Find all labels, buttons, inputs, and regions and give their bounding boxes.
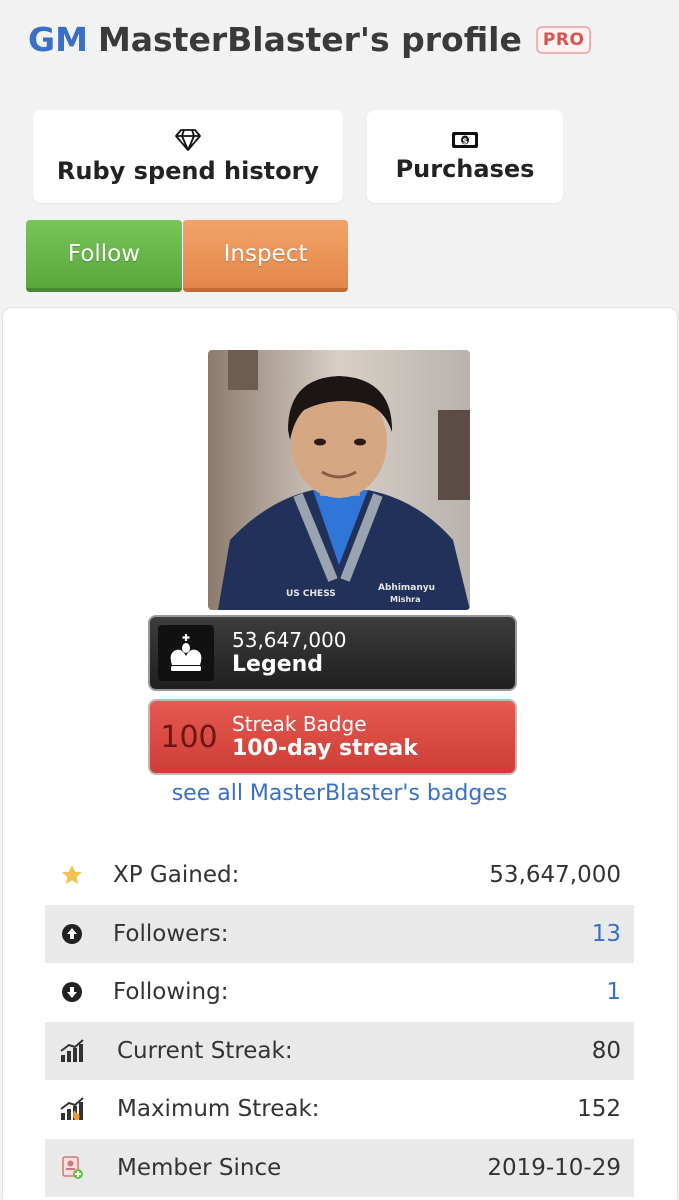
stat-value: 2019-10-29 bbox=[487, 1154, 621, 1181]
stat-label: XP Gained: bbox=[113, 862, 240, 889]
svg-text:Abhimanyu: Abhimanyu bbox=[378, 583, 435, 593]
pro-badge: PRO bbox=[535, 25, 592, 54]
svg-text:Mishra: Mishra bbox=[390, 595, 421, 604]
inspect-button[interactable]: Inspect bbox=[183, 220, 348, 292]
follow-button[interactable]: Follow bbox=[26, 220, 182, 292]
page-title: GM MasterBlaster's profile PRO bbox=[28, 20, 592, 59]
purchases-label: Purchases bbox=[395, 154, 535, 183]
stat-label: Followers: bbox=[113, 920, 229, 947]
stat-row-following: Following: 1 bbox=[45, 963, 634, 1022]
stat-row-current-streak: Current Streak: 80 bbox=[45, 1021, 634, 1080]
stat-label: Maximum Streak: bbox=[117, 1096, 320, 1123]
stat-value: 80 bbox=[591, 1037, 621, 1064]
stat-row-member-since: Member Since 2019-10-29 bbox=[45, 1138, 634, 1197]
ruby-spend-history-label: Ruby spend history bbox=[56, 156, 320, 185]
title-prefix: GM bbox=[28, 20, 88, 59]
king-icon bbox=[158, 625, 214, 681]
stat-value: 53,647,000 bbox=[489, 862, 621, 889]
chart-fire-icon bbox=[59, 1096, 85, 1122]
see-all-badges-link[interactable]: see all MasterBlaster's badges bbox=[0, 781, 679, 806]
stats-table: XP Gained: 53,647,000 Followers: 13 Foll… bbox=[45, 846, 634, 1197]
xp-value: 53,647,000 bbox=[232, 627, 347, 652]
following-count-link[interactable]: 1 bbox=[606, 979, 621, 1005]
stat-label: Current Streak: bbox=[117, 1037, 293, 1064]
followers-count-link[interactable]: 13 bbox=[592, 921, 621, 947]
star-icon bbox=[59, 862, 85, 888]
stat-label: Member Since bbox=[117, 1154, 282, 1181]
streak-badge-title: 100-day streak bbox=[232, 735, 418, 761]
stat-row-max-streak: Maximum Streak: 152 bbox=[45, 1080, 634, 1139]
svg-text:US CHESS: US CHESS bbox=[286, 589, 336, 599]
arrow-up-circle-icon bbox=[59, 921, 85, 947]
chart-icon bbox=[59, 1038, 85, 1064]
streak-badge-label: Streak Badge bbox=[232, 711, 367, 736]
legend-badge[interactable]: 53,647,000 Legend bbox=[148, 615, 517, 691]
banknote-icon: $ bbox=[452, 131, 478, 148]
arrow-down-circle-icon bbox=[59, 979, 85, 1005]
legend-title: Legend bbox=[232, 651, 324, 677]
ruby-spend-history-button[interactable]: Ruby spend history bbox=[33, 110, 343, 203]
member-icon bbox=[59, 1155, 85, 1181]
diamond-icon bbox=[175, 128, 201, 151]
streak-badge[interactable]: 100 Streak Badge 100-day streak bbox=[148, 699, 517, 775]
purchases-button[interactable]: $ Purchases bbox=[367, 110, 563, 203]
stat-row-xp: XP Gained: 53,647,000 bbox=[45, 846, 634, 905]
avatar: US CHESS Abhimanyu Mishra bbox=[208, 350, 470, 610]
svg-text:$: $ bbox=[462, 136, 468, 145]
stat-label: Following: bbox=[113, 979, 229, 1006]
profile-title: MasterBlaster's profile bbox=[97, 20, 522, 59]
streak-number: 100 bbox=[160, 719, 218, 755]
stat-row-followers: Followers: 13 bbox=[45, 904, 634, 963]
stat-value: 152 bbox=[577, 1096, 621, 1123]
